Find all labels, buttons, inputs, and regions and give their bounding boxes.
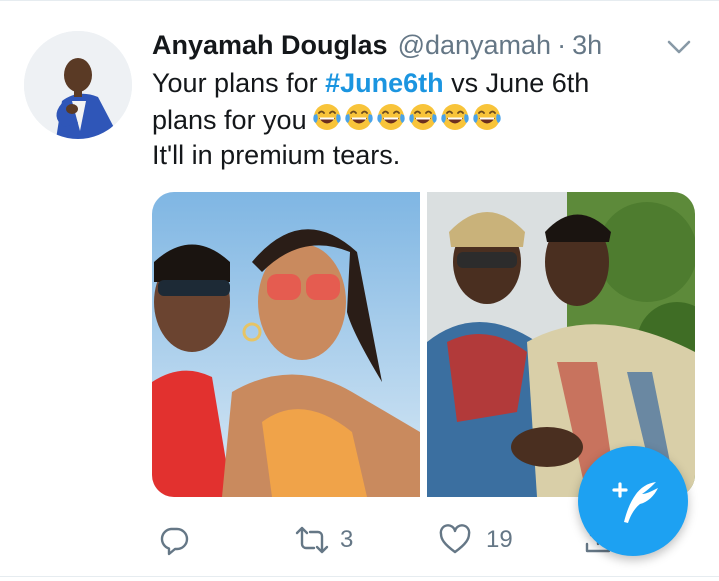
chevron-down-icon[interactable] xyxy=(664,34,694,60)
text-segment: vs June 6th xyxy=(443,68,590,98)
text-segment: Your plans for xyxy=(152,68,326,98)
tweet-timestamp[interactable]: 3h xyxy=(572,30,602,61)
tweet-text: Your plans for #June6th vs June 6th plan… xyxy=(152,66,692,173)
face-with-tears-of-joy-emoji xyxy=(472,104,501,130)
face-with-tears-of-joy-emoji xyxy=(408,104,437,130)
retweet-button[interactable]: 3 xyxy=(294,520,353,560)
tweet-line-2: plans for you xyxy=(152,101,692,138)
face-with-tears-of-joy-emoji xyxy=(376,104,405,130)
emoji-row xyxy=(311,101,503,133)
avatar[interactable] xyxy=(24,31,132,139)
hashtag-link[interactable]: #June6th xyxy=(325,68,444,98)
reply-icon xyxy=(160,527,189,556)
heart-icon xyxy=(439,524,471,554)
bottom-divider xyxy=(0,576,719,577)
author-name[interactable]: Anyamah Douglas xyxy=(152,30,388,61)
reply-button[interactable] xyxy=(158,520,190,560)
retweet-icon xyxy=(295,526,329,554)
tweet-line-1: Your plans for #June6th vs June 6th xyxy=(152,66,692,101)
face-with-tears-of-joy-emoji xyxy=(344,104,373,130)
top-divider xyxy=(0,0,719,1)
tweet-header: Anyamah Douglas @danyamah · 3h xyxy=(152,30,602,64)
tweet-line-3: It'll in premium tears. xyxy=(152,140,401,170)
like-button[interactable]: 19 xyxy=(438,520,513,560)
face-with-tears-of-joy-emoji xyxy=(440,104,469,130)
separator-dot: · xyxy=(557,30,567,60)
face-with-tears-of-joy-emoji xyxy=(312,104,341,130)
tweet-image-1[interactable] xyxy=(152,192,420,497)
like-count: 19 xyxy=(486,526,513,553)
compose-tweet-icon xyxy=(612,482,658,523)
author-handle[interactable]: @danyamah xyxy=(398,30,552,61)
compose-tweet-button[interactable] xyxy=(578,446,688,556)
text-segment: plans for you xyxy=(152,105,307,135)
retweet-count: 3 xyxy=(340,526,354,553)
